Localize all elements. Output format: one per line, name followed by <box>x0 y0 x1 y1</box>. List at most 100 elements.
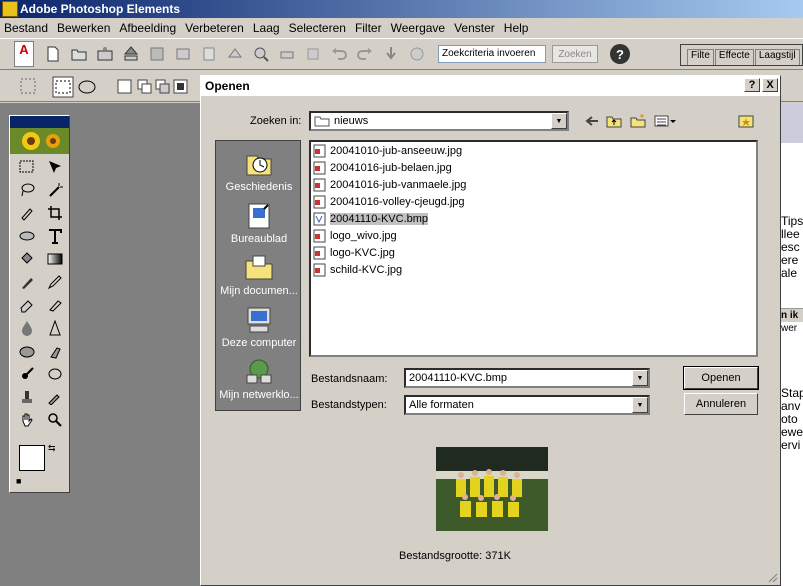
up-folder-icon[interactable] <box>605 112 623 130</box>
folder-icon <box>314 116 330 127</box>
chevron-down-icon[interactable]: ▼ <box>632 370 648 386</box>
menu-bestand[interactable]: Bestand <box>4 21 48 35</box>
shape-tool-icon[interactable] <box>14 225 40 247</box>
attach-email-icon[interactable] <box>224 43 246 65</box>
lasso-tool-icon[interactable] <box>14 179 40 201</box>
favorites-icon[interactable] <box>737 112 755 130</box>
smudge-tool-icon[interactable] <box>42 340 68 362</box>
move-tool-icon[interactable] <box>42 156 68 178</box>
file-item[interactable]: schild-KVC.jpg <box>313 262 402 278</box>
sponge-tool-icon[interactable] <box>14 340 40 362</box>
place-desktop[interactable]: Bureaublad <box>216 201 302 245</box>
pdf-icon[interactable] <box>198 43 220 65</box>
default-colors-icon[interactable]: ■ <box>16 476 26 486</box>
online-services-icon[interactable] <box>302 43 324 65</box>
toolbox-header[interactable] <box>10 116 69 128</box>
burn-tool-icon[interactable] <box>14 363 40 385</box>
cancel-button[interactable]: Annuleren <box>684 393 758 415</box>
back-icon[interactable] <box>583 112 601 130</box>
menu-venster[interactable]: Venster <box>454 21 495 35</box>
redo-icon[interactable] <box>354 43 376 65</box>
foreground-color-swatch[interactable] <box>19 445 45 471</box>
save-icon[interactable] <box>146 43 168 65</box>
pencil-tool-icon[interactable] <box>42 271 68 293</box>
file-item[interactable]: logo-KVC.jpg <box>313 245 395 261</box>
help-icon[interactable]: ? <box>610 44 630 64</box>
place-network[interactable]: Mijn netwerklo... <box>216 357 302 401</box>
crop-tool-icon[interactable] <box>42 202 68 224</box>
eyedropper-icon[interactable] <box>42 386 68 408</box>
open-button[interactable]: Openen <box>683 366 759 390</box>
dodge-tool-icon[interactable] <box>42 363 68 385</box>
search-input[interactable]: Zoekcriteria invoeren <box>438 45 546 63</box>
brush-tool-icon[interactable] <box>14 271 40 293</box>
file-item[interactable]: logo_wivo.jpg <box>313 228 397 244</box>
adobe-logo-icon[interactable]: A <box>14 41 34 67</box>
browse-icon[interactable] <box>94 43 116 65</box>
add-selection-icon[interactable] <box>136 78 154 96</box>
save-web-icon[interactable] <box>172 43 194 65</box>
chevron-down-icon[interactable]: ▼ <box>632 397 648 413</box>
menu-selecteren[interactable]: Selecteren <box>289 21 346 35</box>
gradient-tool-icon[interactable] <box>42 248 68 270</box>
view-menu-icon[interactable] <box>653 112 677 130</box>
menu-verbeteren[interactable]: Verbeteren <box>185 21 244 35</box>
menu-afbeelding[interactable]: Afbeelding <box>119 21 176 35</box>
palette-tab-layerstyles[interactable]: Laagstijl <box>754 49 800 65</box>
place-my-documents[interactable]: Mijn documen... <box>216 253 302 297</box>
place-my-computer[interactable]: Deze computer <box>216 305 302 349</box>
print-icon[interactable] <box>276 43 298 65</box>
palette-tab-effects[interactable]: Effecte <box>714 49 754 65</box>
blur-tool-icon[interactable] <box>14 317 40 339</box>
red-eye-icon[interactable] <box>42 294 68 316</box>
marquee-tool-icon[interactable] <box>14 156 40 178</box>
undo-icon[interactable] <box>328 43 350 65</box>
filename-input[interactable]: 20041110-KVC.bmp ▼ <box>404 368 650 388</box>
chevron-down-icon[interactable]: ▼ <box>551 113 567 129</box>
file-item-selected[interactable]: 20041110-KVC.bmp <box>313 211 429 227</box>
subtract-selection-icon[interactable] <box>154 78 172 96</box>
menu-weergave[interactable]: Weergave <box>391 21 445 35</box>
dialog-close-button[interactable]: X <box>762 78 778 92</box>
rect-marquee-icon[interactable] <box>52 76 74 98</box>
menu-filter[interactable]: Filter <box>355 21 382 35</box>
sharpen-tool-icon[interactable] <box>42 317 68 339</box>
file-item[interactable]: 20041016-jub-vanmaele.jpg <box>313 177 466 193</box>
search-button[interactable]: Zoeken <box>552 45 598 63</box>
selection-brush-icon[interactable] <box>14 202 40 224</box>
place-history[interactable]: Geschiedenis <box>216 149 302 193</box>
ellipse-marquee-icon[interactable] <box>76 76 98 98</box>
new-selection-icon[interactable] <box>116 78 134 96</box>
look-in-combo[interactable]: nieuws ▼ <box>309 111 569 131</box>
import-icon[interactable] <box>120 43 142 65</box>
menu-laag[interactable]: Laag <box>253 21 280 35</box>
menu-bewerken[interactable]: Bewerken <box>57 21 110 35</box>
magic-wand-icon[interactable] <box>42 179 68 201</box>
hand-tool-icon[interactable] <box>14 409 40 431</box>
file-list[interactable]: 20041010-jub-anseeuw.jpg 20041016-jub-be… <box>309 140 758 357</box>
zoom-tool-icon[interactable] <box>42 409 68 431</box>
new-file-icon[interactable] <box>42 43 64 65</box>
color-variations-icon[interactable] <box>406 43 428 65</box>
eraser-tool-icon[interactable] <box>14 294 40 316</box>
filetype-select[interactable]: Alle formaten ▼ <box>404 395 650 415</box>
dialog-help-button[interactable]: ? <box>744 78 760 92</box>
dialog-titlebar[interactable]: Openen ? X <box>201 76 780 96</box>
paint-bucket-icon[interactable] <box>14 248 40 270</box>
intersect-selection-icon[interactable] <box>172 78 190 96</box>
resize-grip-icon[interactable] <box>766 571 778 583</box>
file-item[interactable]: 20041010-jub-anseeuw.jpg <box>313 143 462 159</box>
file-item[interactable]: 20041016-volley-cjeugd.jpg <box>313 194 465 210</box>
clone-stamp-icon[interactable] <box>14 386 40 408</box>
new-folder-icon[interactable] <box>629 112 647 130</box>
print-preview-icon[interactable] <box>250 43 272 65</box>
type-tool-icon[interactable] <box>42 225 68 247</box>
bmp-file-icon <box>313 212 326 226</box>
palette-tab-filters[interactable]: Filte <box>687 49 714 65</box>
file-item[interactable]: 20041016-jub-belaen.jpg <box>313 160 452 176</box>
menu-help[interactable]: Help <box>504 21 529 35</box>
step-backward-icon[interactable] <box>380 43 402 65</box>
open-folder-icon[interactable] <box>68 43 90 65</box>
swap-colors-icon[interactable]: ⇆ <box>48 443 58 453</box>
marquee-options-icon[interactable] <box>18 76 38 96</box>
